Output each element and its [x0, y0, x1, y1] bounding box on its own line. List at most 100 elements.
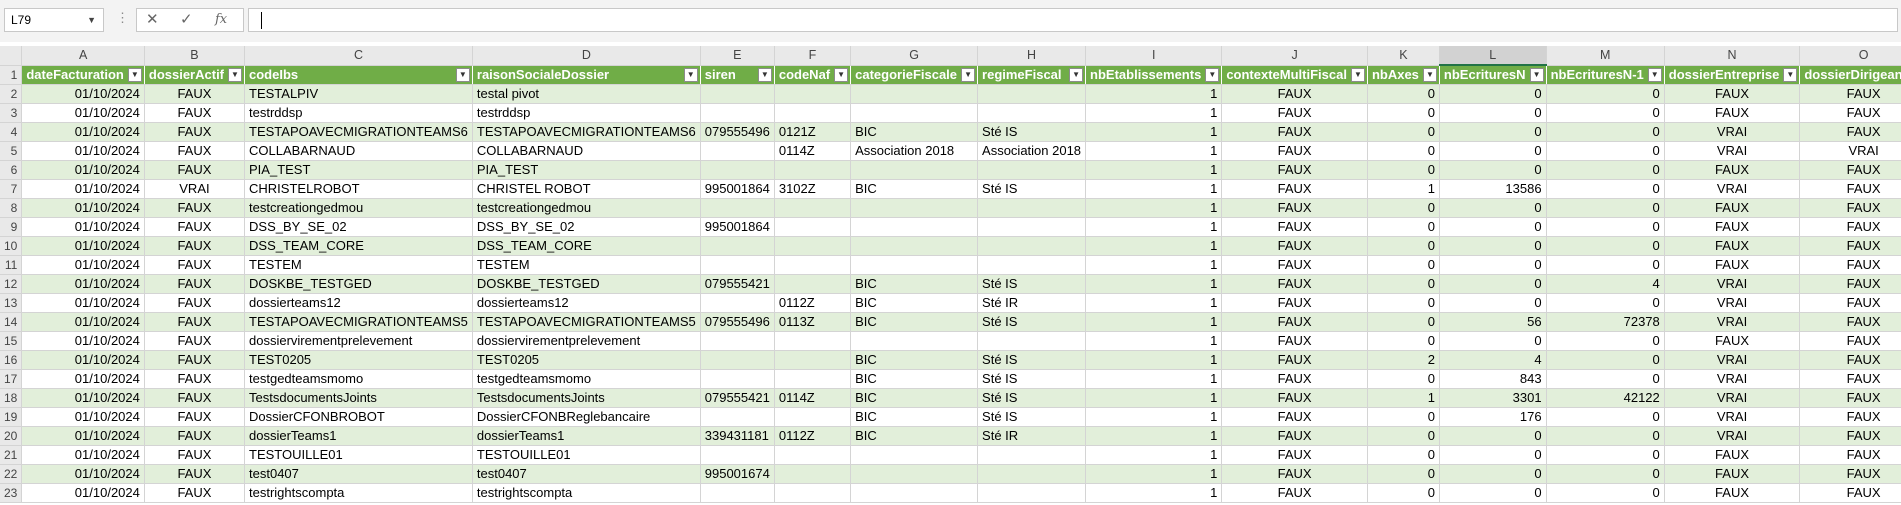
grid-cell[interactable]: 0 [1439, 236, 1547, 256]
grid-cell[interactable]: 3102Z [774, 179, 852, 199]
grid-cell[interactable]: 0 [1367, 445, 1440, 465]
grid-cell[interactable]: 995001864 [700, 217, 775, 237]
grid-cell[interactable]: 995001864 [700, 179, 775, 199]
grid-cell[interactable]: BIC [850, 274, 979, 294]
row-header[interactable]: 20 [0, 426, 23, 446]
grid-cell[interactable] [774, 464, 852, 484]
grid-cell[interactable]: 1 [1085, 483, 1223, 503]
grid-cell[interactable]: 1 [1085, 122, 1223, 142]
table-header-cell[interactable]: dateFacturation ▼ [21, 65, 145, 85]
filter-dropdown-icon[interactable]: ▼ [1422, 67, 1437, 82]
grid-cell[interactable]: 0 [1367, 331, 1440, 351]
grid-cell[interactable]: FAUX [144, 255, 246, 275]
grid-cell[interactable] [700, 483, 775, 503]
grid-cell[interactable]: dossiervirementprelevement [244, 331, 473, 351]
grid-cell[interactable]: 0 [1367, 274, 1440, 294]
grid-cell[interactable]: FAUX [144, 388, 246, 408]
grid-cell[interactable]: FAUX [1799, 426, 1901, 446]
grid-cell[interactable]: FAUX [144, 293, 246, 313]
grid-cell[interactable]: 0 [1367, 426, 1440, 446]
grid-cell[interactable]: FAUX [1221, 293, 1368, 313]
grid-cell[interactable]: DossierCFONBROBOT [244, 407, 473, 427]
row-header[interactable]: 19 [0, 407, 23, 427]
column-header-l[interactable]: L [1439, 46, 1547, 66]
select-all-corner[interactable] [0, 46, 23, 66]
grid-cell[interactable]: Sté IS [977, 122, 1087, 142]
grid-cell[interactable]: FAUX [144, 84, 246, 104]
grid-cell[interactable]: COLLABARNAUD [244, 141, 473, 161]
filter-dropdown-icon[interactable]: ▼ [228, 67, 243, 82]
grid-cell[interactable]: FAUX [1799, 483, 1901, 503]
grid-cell[interactable] [774, 445, 852, 465]
grid-cell[interactable]: TEST0205 [244, 350, 473, 370]
grid-cell[interactable]: Association 2018 [977, 141, 1087, 161]
column-header-b[interactable]: B [144, 46, 246, 66]
grid-cell[interactable]: TESTAPOAVECMIGRATIONTEAMS6 [472, 122, 701, 142]
grid-cell[interactable]: FAUX [1221, 350, 1368, 370]
grid-cell[interactable] [774, 483, 852, 503]
grid-cell[interactable]: FAUX [1221, 369, 1368, 389]
column-header-i[interactable]: I [1085, 46, 1223, 66]
grid-cell[interactable]: 1 [1085, 426, 1223, 446]
grid-cell[interactable]: 13586 [1439, 179, 1547, 199]
grid-cell[interactable]: 0 [1367, 255, 1440, 275]
grid-cell[interactable]: FAUX [144, 464, 246, 484]
grid-cell[interactable]: 01/10/2024 [21, 369, 145, 389]
grid-cell[interactable]: 0113Z [774, 312, 852, 332]
grid-cell[interactable]: 01/10/2024 [21, 312, 145, 332]
filter-dropdown-icon[interactable]: ▼ [127, 67, 142, 82]
grid-cell[interactable]: VRAI [1664, 407, 1801, 427]
grid-cell[interactable]: 0 [1367, 312, 1440, 332]
cancel-icon[interactable]: ✕ [146, 9, 159, 31]
filter-dropdown-icon[interactable]: ▼ [834, 67, 849, 82]
grid-cell[interactable]: 42122 [1546, 388, 1665, 408]
grid-cell[interactable]: 079555496 [700, 312, 775, 332]
grid-cell[interactable] [850, 103, 979, 123]
filter-dropdown-icon[interactable]: ▼ [1783, 67, 1798, 82]
filter-dropdown-icon[interactable]: ▼ [683, 67, 698, 82]
grid-cell[interactable]: DSS_BY_SE_02 [472, 217, 701, 237]
grid-cell[interactable] [850, 84, 979, 104]
grid-cell[interactable]: TEST0205 [472, 350, 701, 370]
grid-cell[interactable]: 1 [1085, 141, 1223, 161]
grid-cell[interactable]: FAUX [1799, 217, 1901, 237]
grid-cell[interactable]: FAUX [1221, 426, 1368, 446]
column-header-h[interactable]: H [977, 46, 1087, 66]
grid-cell[interactable]: FAUX [144, 160, 246, 180]
column-header-k[interactable]: K [1367, 46, 1440, 66]
grid-cell[interactable]: 01/10/2024 [21, 464, 145, 484]
grid-cell[interactable]: 2 [1367, 350, 1440, 370]
grid-cell[interactable]: 0 [1546, 236, 1665, 256]
grid-cell[interactable]: FAUX [1664, 483, 1801, 503]
grid-cell[interactable]: 1 [1085, 255, 1223, 275]
grid-cell[interactable]: 0 [1367, 84, 1440, 104]
grid-cell[interactable]: 1 [1367, 179, 1440, 199]
column-header-d[interactable]: D [472, 46, 701, 66]
grid-cell[interactable]: 0 [1439, 160, 1547, 180]
row-header[interactable]: 22 [0, 464, 23, 484]
grid-cell[interactable]: BIC [850, 426, 979, 446]
grid-cell[interactable]: 995001674 [700, 464, 775, 484]
grid-cell[interactable]: 0 [1367, 407, 1440, 427]
grid-cell[interactable]: FAUX [1799, 388, 1901, 408]
grid-cell[interactable]: 0 [1367, 160, 1440, 180]
grid-cell[interactable]: VRAI [1664, 274, 1801, 294]
row-header[interactable]: 10 [0, 236, 23, 256]
grid-cell[interactable]: DSS_TEAM_CORE [244, 236, 473, 256]
grid-cell[interactable] [977, 464, 1087, 484]
chevron-down-icon[interactable]: ▼ [87, 9, 96, 31]
grid-cell[interactable]: FAUX [1799, 331, 1901, 351]
grid-cell[interactable]: FAUX [1221, 236, 1368, 256]
grid-cell[interactable]: 0 [1439, 483, 1547, 503]
grid-cell[interactable]: TESTOUILLE01 [244, 445, 473, 465]
grid-cell[interactable]: VRAI [1664, 388, 1801, 408]
grid-cell[interactable]: VRAI [1664, 350, 1801, 370]
grid-cell[interactable] [850, 217, 979, 237]
grid-cell[interactable]: 01/10/2024 [21, 217, 145, 237]
grid-cell[interactable] [700, 369, 775, 389]
column-header-n[interactable]: N [1664, 46, 1801, 66]
grid-cell[interactable] [774, 274, 852, 294]
grid-cell[interactable]: 01/10/2024 [21, 179, 145, 199]
grid-cell[interactable]: 01/10/2024 [21, 331, 145, 351]
table-header-cell[interactable]: dossierEntreprise ▼ [1664, 65, 1801, 85]
